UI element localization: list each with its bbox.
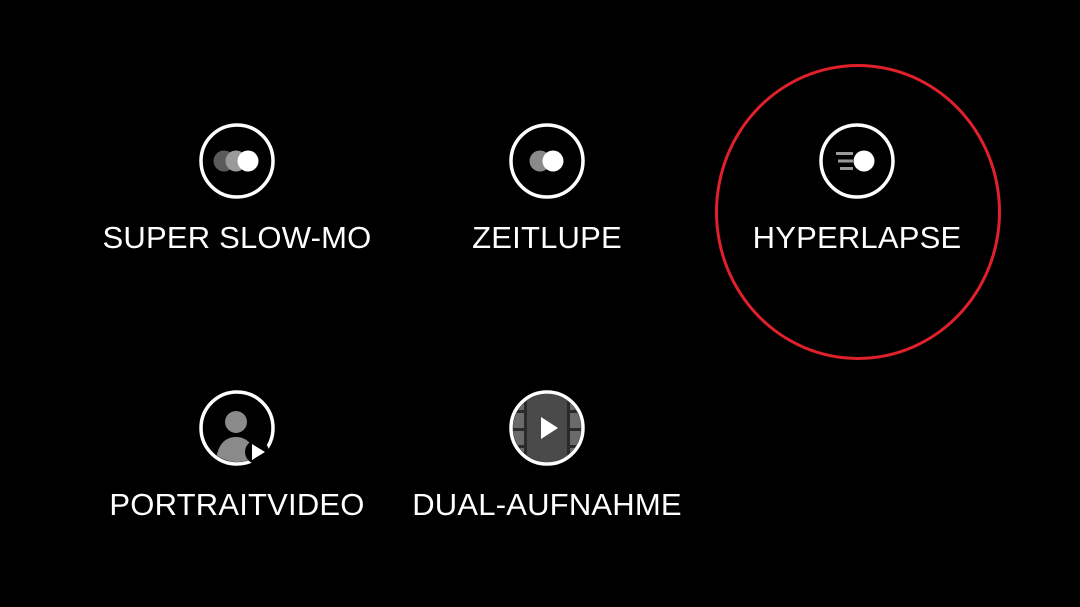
slow-motion-icon	[508, 122, 586, 200]
dual-recording-icon	[508, 389, 586, 467]
mode-label: PORTRAITVIDEO	[109, 487, 365, 522]
mode-super-slow-mo-button[interactable]: SUPER SLOW-MO	[87, 122, 387, 282]
mode-label: ZEITLUPE	[472, 220, 622, 255]
mode-hyperlapse-button[interactable]: HYPERLAPSE	[707, 122, 1007, 282]
mode-label: HYPERLAPSE	[752, 220, 962, 255]
portrait-video-icon	[198, 389, 276, 467]
mode-label: SUPER SLOW-MO	[102, 220, 372, 255]
mode-label: DUAL-AUFNAHME	[412, 487, 682, 522]
hyperlapse-icon	[818, 122, 896, 200]
super-slow-mo-icon	[198, 122, 276, 200]
mode-zeitlupe-button[interactable]: ZEITLUPE	[397, 122, 697, 282]
mode-dual-aufnahme-button[interactable]: DUAL-AUFNAHME	[397, 389, 697, 549]
mode-portraitvideo-button[interactable]: PORTRAITVIDEO	[87, 389, 387, 549]
